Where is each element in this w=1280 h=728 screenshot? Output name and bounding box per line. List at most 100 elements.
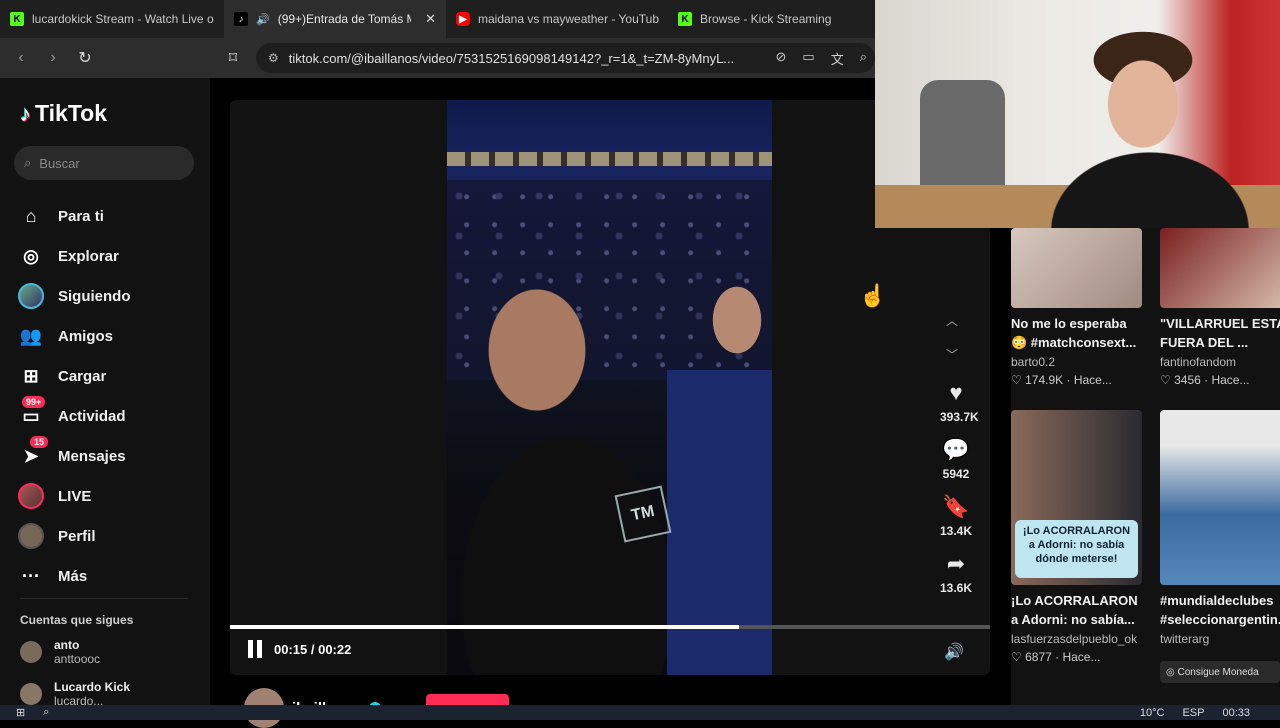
more-icon: ··· (22, 565, 40, 586)
search-icon[interactable]: ⌕ (43, 706, 49, 719)
zoom-icon[interactable]: ⌕ (860, 49, 867, 68)
friends-icon: 👥 (19, 325, 43, 346)
windows-start-icon[interactable]: ⊞ (16, 706, 25, 719)
video-thumbnail[interactable] (1160, 228, 1280, 308)
comment-button[interactable]: 💬 5942 (940, 437, 972, 481)
site-settings-icon[interactable]: ⚙ (268, 51, 279, 65)
upload-icon: ⊞ (23, 365, 39, 386)
nav-siguiendo[interactable]: Siguiendo (18, 276, 131, 316)
messages-badge: 15 (30, 436, 49, 448)
tiktok-logo[interactable]: ♪ TikTok (20, 100, 107, 127)
shirt-logo: TM (614, 485, 672, 543)
activity-badge: 99+ (22, 396, 46, 408)
avatar (20, 641, 42, 663)
compass-icon: ◎ (23, 245, 39, 266)
tab-youtube[interactable]: ▶ maidana vs mayweather - YouTub (446, 0, 668, 38)
cast-icon[interactable]: ▭ (802, 49, 814, 68)
video-thumbnail[interactable] (1160, 410, 1280, 585)
nav-perfil[interactable]: Perfil (18, 516, 131, 556)
tab-title: lucardokick Stream - Watch Live o (32, 12, 214, 26)
comment-icon: 💬 (942, 437, 970, 462)
search-icon: ⌕ (24, 155, 32, 170)
video-frame[interactable]: TM (447, 100, 772, 675)
bookmark-icon: 🔖 (942, 494, 970, 519)
nav-live[interactable]: LIVE (18, 476, 131, 516)
url-input[interactable]: ⚙ tiktok.com/@ibaillanos/video/753152516… (256, 43, 875, 73)
comment-count: 5942 (942, 467, 970, 481)
following-account[interactable]: Lucardo Kick lucardo... (20, 680, 130, 708)
video-time: 00:15 / 00:22 (274, 641, 352, 657)
search-input[interactable]: ⌕ Buscar (14, 146, 194, 180)
language-text[interactable]: ESP (1182, 707, 1204, 719)
thumbnail-caption: ¡Lo ACORRALARON a Adorni: no sabía dónde… (1015, 520, 1138, 578)
share-count: 13.6K (940, 581, 973, 595)
previous-video-icon[interactable]: ︿ (946, 312, 958, 329)
video-thumbnail[interactable]: ¡Lo ACORRALARON a Adorni: no sabía dónde… (1011, 410, 1142, 585)
forward-icon[interactable]: › (44, 49, 62, 67)
bookmark-icon[interactable]: ⌑ (224, 48, 242, 68)
tiktok-logo-icon: ♪ (20, 100, 31, 126)
save-button[interactable]: 🔖 13.4K (940, 494, 972, 538)
save-count: 13.4K (940, 524, 973, 538)
nav-amigos[interactable]: 👥 Amigos (18, 316, 131, 356)
search-placeholder: Buscar (39, 155, 80, 171)
streamer (1025, 20, 1275, 228)
profile-icon (18, 523, 44, 549)
tab-kick-browse[interactable]: K Browse - Kick Streaming (668, 0, 868, 38)
tab-tiktok[interactable]: ♪ 🔊 (99+)Entrada de Tomás Ma ✕ (224, 0, 446, 38)
translate-icon[interactable]: 文 (831, 49, 844, 68)
next-video-icon[interactable]: ﹀ (946, 346, 958, 363)
like-button[interactable]: ♥ 393.7K (940, 380, 979, 424)
nav-mas[interactable]: ··· Más (18, 556, 131, 596)
rec-video[interactable]: ¡Lo ACORRALARON a Adorni: no sabía dónde… (1011, 410, 1142, 664)
home-icon: ⌂ (25, 205, 37, 226)
share-button[interactable]: ➦ 13.6K (940, 551, 972, 595)
nav-cargar[interactable]: ⊞ Cargar (18, 356, 131, 396)
share-icon: ➦ (946, 551, 966, 576)
live-icon (18, 483, 44, 509)
following-account[interactable]: anto anttoooc (20, 638, 100, 666)
video-controls: 00:15 / 00:22 (248, 640, 351, 658)
tab-kick-stream[interactable]: K lucardokick Stream - Watch Live o (0, 0, 224, 38)
pause-icon[interactable] (248, 640, 264, 658)
nav-explorar[interactable]: ◎ Explorar (18, 236, 131, 276)
volume-icon[interactable]: 🔊 (944, 642, 964, 662)
no-tracking-icon[interactable]: ⊘ (776, 49, 787, 68)
following-title: Cuentas que sigues (20, 613, 134, 627)
divider (20, 598, 188, 599)
kick-icon: K (10, 12, 24, 26)
nav-mensajes[interactable]: ➤ 15 Mensajes (18, 436, 131, 476)
youtube-icon: ▶ (456, 12, 470, 26)
nav-list: ⌂ Para ti ◎ Explorar Siguiendo 👥 Amigos ⊞ Ca… (18, 196, 131, 596)
kick-icon: K (678, 12, 692, 26)
hand-cursor-icon: ☝ (859, 283, 887, 308)
avatar (20, 683, 42, 705)
tiktok-icon: ♪ (234, 12, 248, 26)
avatar (18, 283, 44, 309)
rec-video[interactable]: #mundialdeclubes #seleccionargentin... t… (1160, 410, 1280, 646)
rec-video[interactable]: No me lo esperaba 😳 #matchconsext... bar… (1011, 228, 1142, 387)
weather-text[interactable]: 10°C (1140, 707, 1165, 719)
nav-para-ti[interactable]: ⌂ Para ti (18, 196, 131, 236)
webcam-overlay (875, 0, 1280, 228)
clock-text[interactable]: 00:33 (1222, 707, 1280, 719)
speaker-icon[interactable]: 🔊 (256, 13, 270, 26)
url-text: tiktok.com/@ibaillanos/video/75315251690… (288, 50, 735, 66)
rec-video[interactable]: "VILLARRUEL ESTA FUERA DEL ... fantinofa… (1160, 228, 1280, 387)
recommendations-panel: No me lo esperaba 😳 #matchconsext... bar… (1011, 228, 1280, 720)
coin-icon: ◎ (1166, 666, 1178, 678)
video-thumbnail[interactable] (1011, 228, 1142, 308)
heart-icon: ♥ (949, 380, 963, 405)
nav-actividad[interactable]: ▭ 99+ Actividad (18, 396, 131, 436)
rec-stats: ♡ 174.9K · Hace... (1011, 373, 1112, 387)
tab-title: (99+)Entrada de Tomás Ma (277, 12, 412, 26)
person-foreground (447, 240, 687, 675)
rec-stats: ♡ 3456 · Hace... (1160, 373, 1250, 387)
tiktok-sidebar: ♪ TikTok ⌕ Buscar ⌂ Para ti ◎ Explorar Sig… (0, 78, 210, 720)
coin-tip-button[interactable]: ◎ Consigue Moneda (1160, 661, 1280, 683)
back-icon[interactable]: ‹ (12, 49, 30, 67)
address-bar: ‹ › ↻ ⌑ ⚙ tiktok.com/@ibaillanos/video/7… (0, 38, 875, 78)
video-progress-bar[interactable] (230, 625, 990, 629)
close-tab-icon[interactable]: ✕ (425, 11, 436, 27)
reload-icon[interactable]: ↻ (76, 48, 94, 68)
